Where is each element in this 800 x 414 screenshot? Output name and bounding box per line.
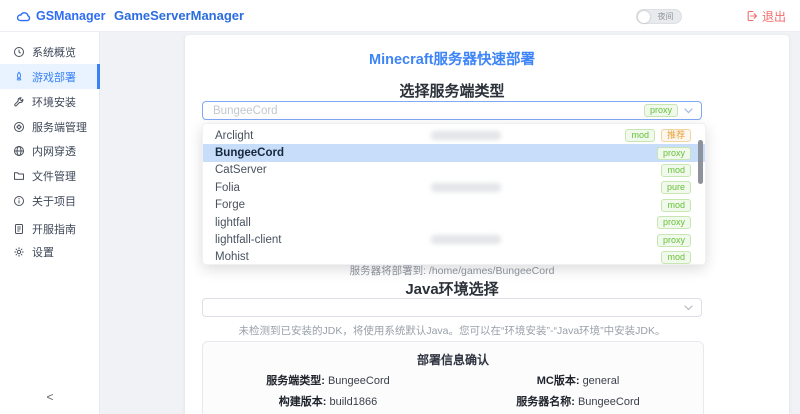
confirm-field-server-type: 服务端类型: BungeeCord — [266, 375, 390, 387]
sidebar-item-label: 游戏部署 — [32, 71, 76, 84]
sidebar: 系统概览 游戏部署 环境安装 服务端管理 内网穿透 文件管理 关于项目 开服指南… — [0, 32, 100, 414]
sidebar-item-label: 内网穿透 — [32, 145, 76, 158]
sidebar-item-game-deploy[interactable]: 游戏部署 — [0, 64, 100, 89]
type-tag: proxy — [656, 233, 691, 247]
type-tag: proxy — [656, 146, 691, 160]
app-logo: GSManager — [16, 0, 105, 32]
overview-clock-icon — [14, 46, 24, 57]
recommended-badge: 推荐 — [660, 129, 691, 143]
dropdown-item-mohist[interactable]: Mohist mod — [203, 249, 705, 264]
dropdown-item-forge[interactable]: Forge mod — [203, 197, 705, 214]
dropdown-item-lightfall-client[interactable]: lightfall-client proxy — [203, 231, 705, 248]
server-type-placeholder: BungeeCord — [213, 104, 278, 117]
main-area: Minecraft服务器快速部署 选择服务端类型 BungeeCord prox… — [100, 32, 800, 414]
type-tag: mod — [661, 198, 691, 212]
sidebar-item-label: 关于项目 — [32, 195, 76, 208]
page-title: Minecraft服务器快速部署 — [369, 52, 535, 68]
type-tag: mod — [661, 250, 691, 264]
theme-toggle[interactable]: 夜间 — [636, 9, 682, 24]
dropdown-scrollbar[interactable] — [698, 140, 703, 184]
app-title: GameServerManager — [114, 8, 245, 23]
dropdown-item-arclight[interactable]: Arclight mod 推荐 — [203, 127, 705, 144]
cloud-logo-icon — [16, 11, 31, 21]
blurred-text — [431, 183, 501, 193]
type-tag: pure — [660, 181, 691, 195]
selected-type-tag: proxy — [643, 104, 678, 117]
topbar: GSManager GameServerManager 夜间 退出 — [0, 0, 800, 32]
sidebar-item-guide[interactable]: 开服指南 — [0, 216, 100, 241]
sidebar-item-label: 设置 — [32, 246, 54, 259]
java-env-select[interactable] — [202, 298, 702, 317]
type-tag: mod — [625, 129, 655, 143]
sidebar-collapse-button[interactable]: < — [0, 390, 100, 404]
toggle-label: 夜间 — [657, 12, 674, 21]
blurred-text — [431, 131, 501, 140]
folder-icon — [14, 171, 24, 180]
chevron-down-icon — [684, 107, 693, 113]
deploy-path-text: 服务器将部署到: /home/games/BungeeCord — [349, 265, 555, 277]
logo-text: GSManager — [36, 9, 106, 23]
blurred-text — [431, 235, 501, 245]
server-type-heading: 选择服务端类型 — [399, 83, 505, 100]
sidebar-item-label: 环境安装 — [32, 96, 76, 109]
dropdown-item-catserver[interactable]: CatServer mod — [203, 162, 705, 179]
confirm-field-server-name: 服务器名称: BungeeCord — [516, 396, 640, 408]
java-hint-text: 未检测到已安装的JDK，将使用系统默认Java。您可以在“环境安装”-“Java… — [238, 325, 666, 337]
chevron-down-icon — [684, 304, 693, 310]
sidebar-item-about[interactable]: 关于项目 — [0, 188, 100, 213]
wrench-icon — [14, 96, 24, 106]
server-type-select[interactable]: BungeeCord proxy — [202, 101, 702, 120]
sidebar-item-files[interactable]: 文件管理 — [0, 163, 100, 188]
guide-book-icon — [15, 223, 23, 234]
type-tag: mod — [661, 163, 691, 177]
type-tag: proxy — [656, 216, 691, 230]
deploy-confirm-panel: 部署信息确认 服务端类型: BungeeCord MC版本: general 构… — [202, 341, 704, 414]
sidebar-item-label: 系统概览 — [32, 46, 76, 59]
server-manage-icon — [14, 121, 24, 132]
confirm-field-build: 构建版本: build1866 — [278, 396, 378, 408]
java-env-heading: Java环境选择 — [405, 281, 499, 298]
dropdown-item-bungeecord[interactable]: BungeeCord proxy — [203, 144, 705, 162]
confirm-grid: 服务端类型: BungeeCord MC版本: general 构建版本: bu… — [203, 372, 703, 414]
gear-icon — [14, 246, 24, 257]
deploy-card: Minecraft服务器快速部署 选择服务端类型 BungeeCord prox… — [185, 35, 789, 414]
sidebar-item-label: 文件管理 — [32, 170, 76, 183]
info-icon — [14, 195, 24, 206]
dropdown-item-folia[interactable]: Folia pure — [203, 179, 705, 196]
rocket-icon — [16, 71, 22, 81]
toggle-knob-icon — [638, 10, 650, 23]
sidebar-item-server-manage[interactable]: 服务端管理 — [0, 114, 100, 139]
sidebar-item-intranet[interactable]: 内网穿透 — [0, 138, 100, 163]
logout-button[interactable]: 退出 — [746, 0, 786, 32]
globe-icon — [14, 145, 24, 156]
sidebar-item-overview[interactable]: 系统概览 — [0, 39, 100, 64]
confirm-field-mc-version: MC版本: general — [536, 375, 620, 387]
logout-label: 退出 — [761, 9, 786, 24]
sidebar-item-settings[interactable]: 设置 — [0, 239, 100, 264]
dropdown-item-lightfall[interactable]: lightfall proxy — [203, 214, 705, 231]
confirm-title: 部署信息确认 — [416, 353, 489, 367]
sidebar-item-env-install[interactable]: 环境安装 — [0, 89, 100, 114]
server-type-dropdown: Arclight mod 推荐 BungeeCord proxy CatServ… — [202, 123, 706, 265]
sidebar-item-label: 服务端管理 — [32, 121, 87, 134]
sidebar-item-label: 开服指南 — [32, 223, 76, 236]
logout-icon — [747, 10, 758, 22]
